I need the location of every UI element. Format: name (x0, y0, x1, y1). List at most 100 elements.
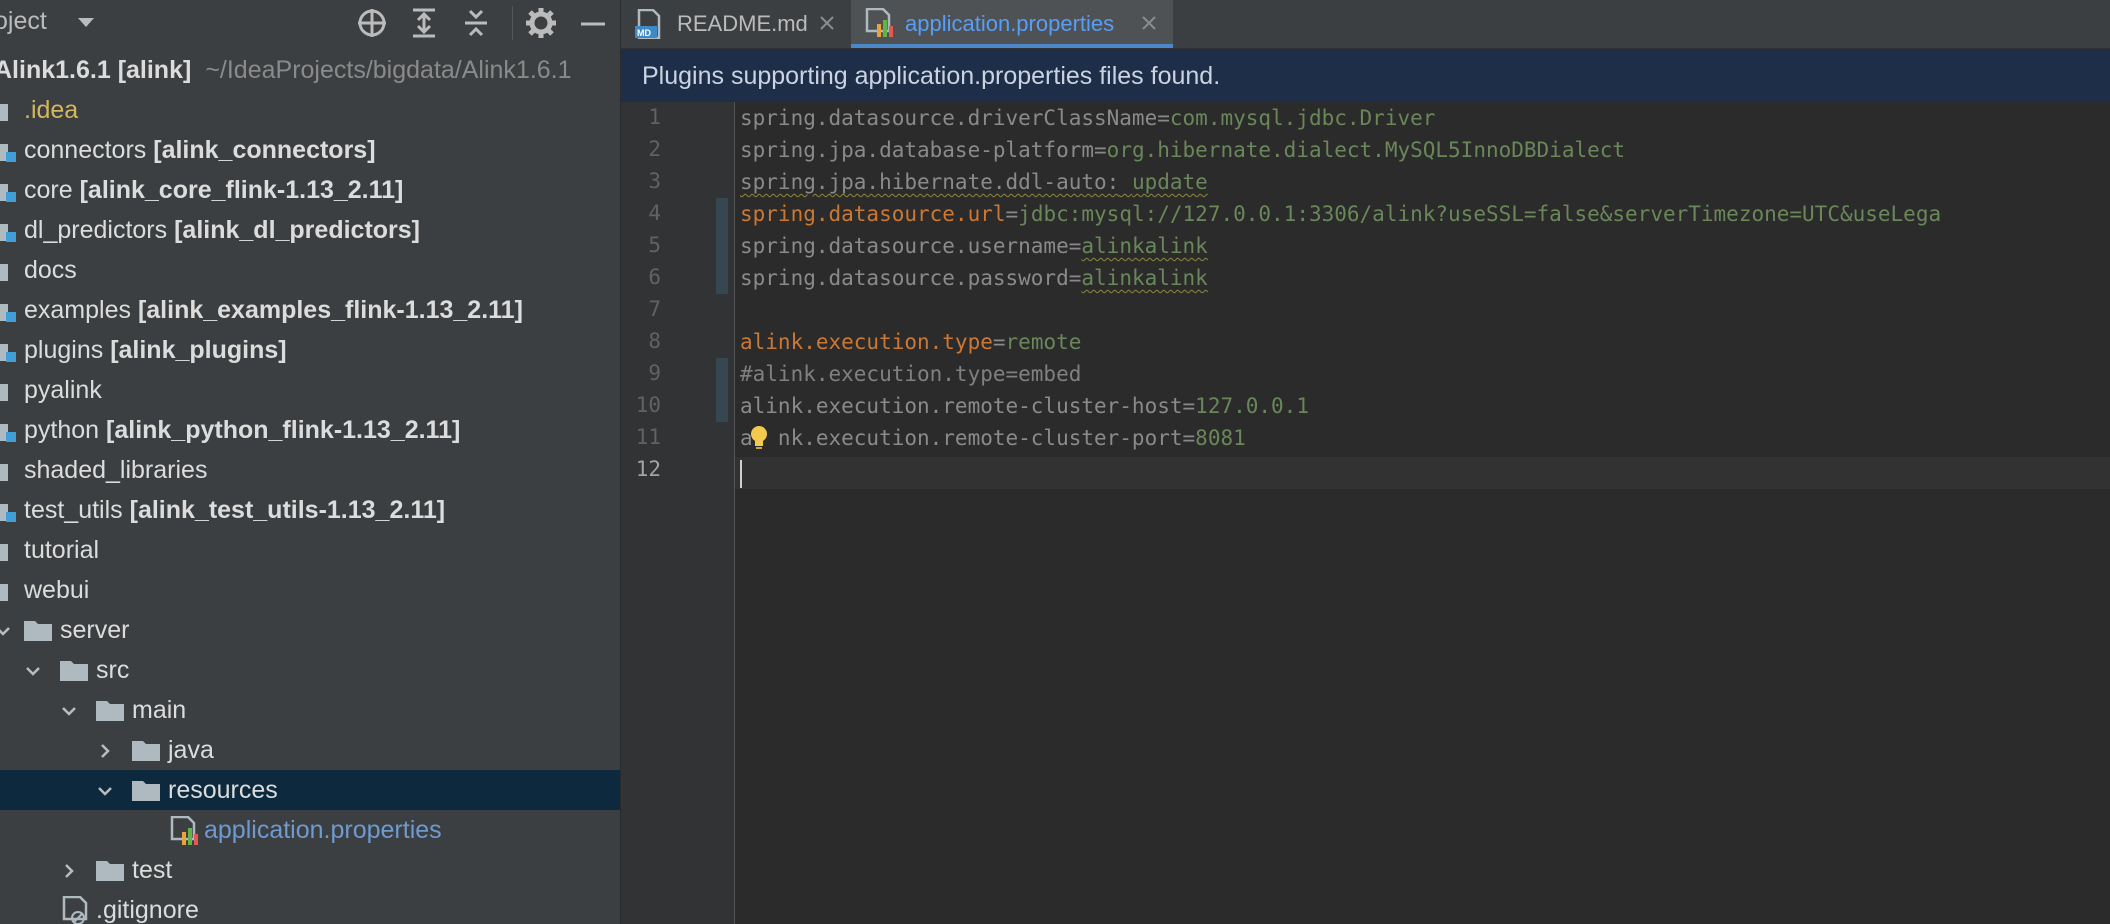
locate-icon[interactable] (355, 6, 389, 40)
tree-item-resources[interactable]: resources (0, 770, 620, 810)
tree-item-java[interactable]: java (0, 730, 620, 770)
module-name: [alink] (117, 56, 192, 84)
property-key: a nk.execution.remote-cluster-port (740, 426, 1183, 450)
banner-text: Plugins supporting application.propertie… (642, 62, 1221, 90)
chevron-down-icon[interactable] (78, 18, 94, 27)
folder-icon (0, 259, 8, 281)
code-line[interactable]: alink.execution.remote-cluster-host=127.… (740, 390, 1309, 422)
tab-label: application.properties (905, 11, 1115, 36)
tree-item-plugins[interactable]: plugins [alink_plugins] (0, 330, 620, 370)
tree-item-main[interactable]: main (0, 690, 620, 730)
tree-item-label: examples (24, 296, 131, 324)
tree-item-shaded-libraries[interactable]: shaded_libraries (0, 450, 620, 490)
tree-item-application-properties[interactable]: application.properties (0, 810, 620, 850)
tree-item-label: server (60, 616, 130, 644)
tree-item-idea[interactable]: .idea (0, 90, 620, 130)
tree-item-pyalink[interactable]: pyalink (0, 370, 620, 410)
chevron-down-icon[interactable] (24, 662, 42, 680)
project-panel: oject Alink1.6.1 [alink] ~/IdeaProjects/… (0, 0, 620, 924)
tree-item-connectors[interactable]: connectors [alink_connectors] (0, 130, 620, 170)
module-badge-icon (6, 352, 16, 362)
tree-item-docs[interactable]: docs (0, 250, 620, 290)
source-folder-icon (132, 739, 160, 761)
property-key: spring.jpa.database-platform (740, 138, 1095, 162)
plugin-notification-banner: Plugins supporting application.propertie… (621, 49, 2110, 101)
vcs-change-marker[interactable] (716, 358, 728, 422)
properties-file-icon (865, 8, 893, 37)
folder-icon (96, 699, 124, 721)
comment: #alink.execution.type=embed (740, 362, 1082, 386)
tab-application-properties[interactable]: application.properties (851, 0, 1173, 48)
code-line[interactable]: spring.datasource.username=alinkalink (740, 230, 1208, 262)
chevron-down-icon[interactable] (60, 702, 78, 720)
code-line[interactable]: spring.jpa.database-platform=org.hiberna… (740, 134, 1625, 166)
tree-item-dl-predictors[interactable]: dl_predictors [alink_dl_predictors] (0, 210, 620, 250)
property-value: update (1131, 170, 1208, 194)
tree-item-test-utils[interactable]: test_utils [alink_test_utils-1.13_2.11] (0, 490, 620, 530)
tree-item-label: python (24, 416, 100, 444)
collapse-all-icon[interactable] (459, 6, 493, 40)
tree-item-webui[interactable]: webui (0, 570, 620, 610)
gear-icon[interactable] (524, 6, 558, 40)
code-line[interactable]: spring.jpa.hibernate.ddl-auto: update (740, 166, 1208, 198)
module-badge-icon (6, 312, 16, 322)
tree-item-label: plugins (24, 336, 104, 364)
module-name: [alink_dl_predictors] (174, 216, 420, 244)
code-line[interactable]: spring.datasource.driverClassName=com.my… (740, 102, 1435, 134)
folder-icon (24, 619, 52, 641)
code-line[interactable]: a nk.execution.remote-cluster-port=8081 (740, 422, 1246, 454)
module-badge-icon (6, 432, 16, 442)
path-hint: ~/IdeaProjects/bigdata/Alink1.6.1 (205, 56, 572, 84)
line-number: 10 (635, 393, 661, 417)
vcs-change-marker[interactable] (716, 198, 728, 294)
tree-item-core[interactable]: core [alink_core_flink-1.13_2.11] (0, 170, 620, 210)
minimize-icon[interactable] (576, 6, 610, 40)
tree-item-label: core (24, 176, 73, 204)
chevron-right-icon[interactable] (96, 742, 114, 760)
expand-all-icon[interactable] (407, 6, 441, 40)
separator: = (1068, 266, 1082, 290)
tree-item-label: dl_predictors (24, 216, 168, 244)
property-value: org.hibernate.dialect.MySQL5InnoDBDialec… (1106, 138, 1626, 162)
tree-item-label: connectors (24, 136, 147, 164)
tree-item-src[interactable]: src (0, 650, 620, 690)
separator: = (1094, 138, 1107, 162)
tree-item-label: test (132, 856, 173, 884)
separator: = (992, 330, 1006, 354)
tree-item-python[interactable]: python [alink_python_flink-1.13_2.11] (0, 410, 620, 450)
tree-item-label: application.properties (204, 816, 442, 844)
module-name: [alink_test_utils-1.13_2.11] (129, 496, 446, 524)
lightbulb-icon[interactable] (748, 424, 770, 450)
module-badge-icon (6, 232, 16, 242)
close-icon[interactable] (817, 13, 837, 33)
module-badge-icon (6, 152, 16, 162)
chevron-right-icon[interactable] (60, 862, 78, 880)
code-editor[interactable]: spring.datasource.driverClassName=com.my… (735, 102, 2110, 924)
line-number: 3 (648, 169, 661, 193)
tree-item-gitignore[interactable]: .gitignore (0, 890, 620, 924)
folder-icon (96, 859, 124, 881)
tree-item-test[interactable]: test (0, 850, 620, 890)
tab-label: README.md (677, 11, 808, 36)
chevron-down-icon[interactable] (0, 622, 12, 640)
property-value: jdbc:mysql://127.0.0.1:3306/alink?useSSL… (1018, 202, 1942, 226)
tree-item-examples[interactable]: examples [alink_examples_flink-1.13_2.11… (0, 290, 620, 330)
code-line[interactable]: alink.execution.type=remote (740, 326, 1081, 358)
tree-item-tutorial[interactable]: tutorial (0, 530, 620, 570)
tree-item-label: .idea (24, 96, 79, 124)
module-name: [alink_core_flink-1.13_2.11] (79, 176, 404, 204)
tree-item-root[interactable]: Alink1.6.1 [alink] ~/IdeaProjects/bigdata… (0, 50, 620, 90)
line-number: 4 (648, 201, 661, 225)
code-line[interactable]: #alink.execution.type=embed (740, 358, 1081, 390)
resources-folder-icon (132, 779, 160, 801)
tree-item-server[interactable]: server (0, 610, 620, 650)
code-line[interactable]: spring.datasource.password=alinkalink (740, 262, 1208, 294)
chevron-down-icon[interactable] (96, 782, 114, 800)
project-panel-title[interactable]: oject (0, 7, 47, 36)
close-icon[interactable] (1139, 13, 1159, 33)
code-line[interactable]: spring.datasource.url=jdbc:mysql://127.0… (740, 198, 1941, 230)
tree-item-label: test_utils (24, 496, 123, 524)
tab-readme[interactable]: MD README.md (621, 0, 851, 48)
separator: = (1005, 202, 1019, 226)
project-panel-header: oject (0, 0, 620, 46)
